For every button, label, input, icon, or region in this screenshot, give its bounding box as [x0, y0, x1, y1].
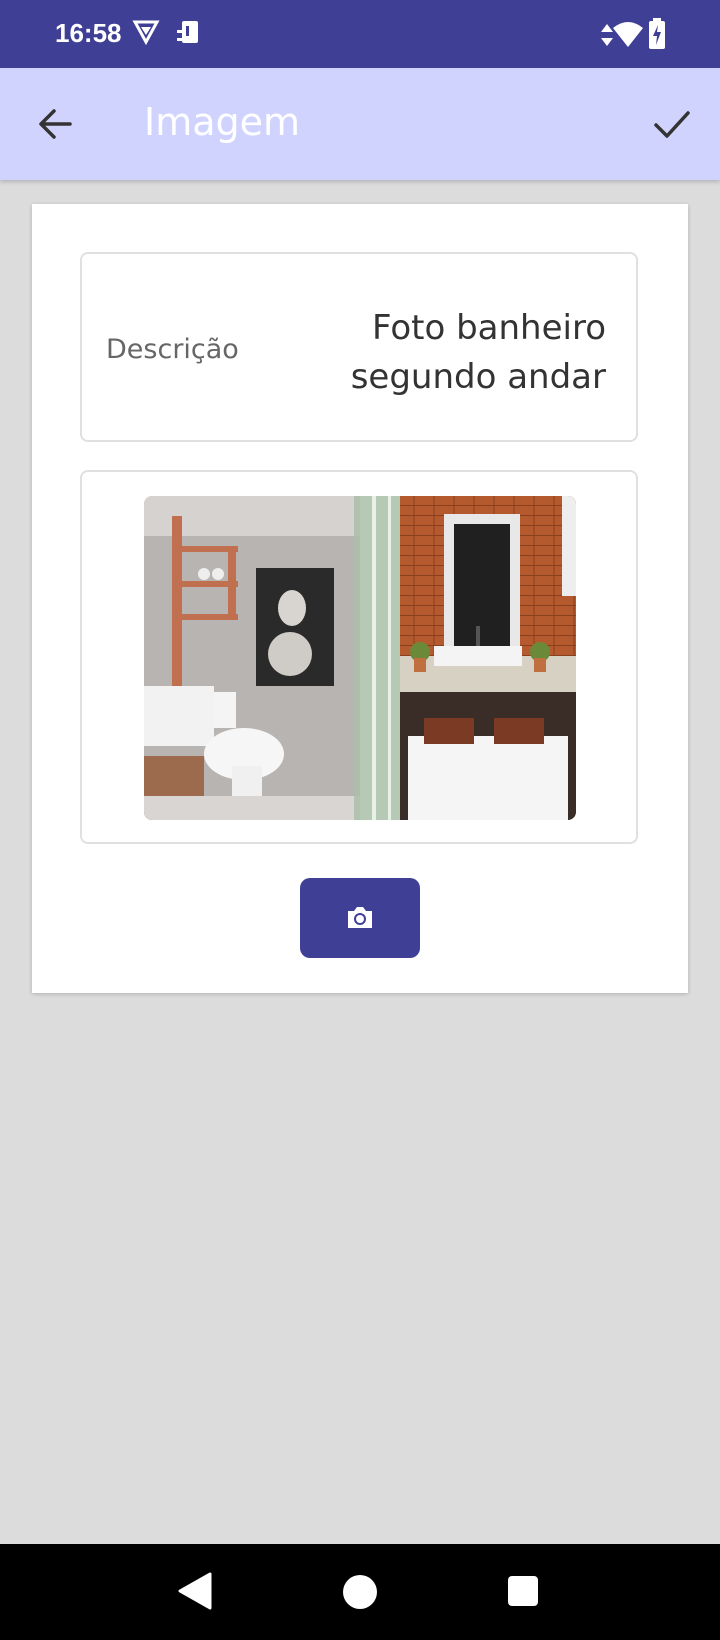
check-icon — [654, 111, 690, 138]
status-time: 16:58 — [55, 18, 122, 48]
system-nav-bar — [0, 1544, 720, 1640]
battery-charging-icon — [648, 18, 666, 54]
confirm-button[interactable] — [646, 98, 698, 150]
image-container — [80, 470, 638, 844]
camera-icon — [348, 907, 372, 928]
bathroom-photo[interactable] — [144, 496, 576, 820]
back-button[interactable] — [30, 98, 82, 150]
description-field[interactable]: Descrição Foto banheiro segundo andar — [80, 252, 638, 442]
image-form-card: Descrição Foto banheiro segundo andar — [32, 204, 688, 993]
app-bar: Imagem — [0, 68, 720, 180]
recents-square-icon[interactable] — [507, 1575, 539, 1611]
description-value[interactable]: Foto banheiro segundo andar — [306, 304, 606, 402]
status-bar: 16:58 — [0, 0, 720, 68]
page-title: Imagem — [144, 100, 301, 144]
home-circle-icon[interactable] — [342, 1574, 378, 1614]
arrow-left-icon — [39, 109, 72, 139]
camera-button[interactable] — [300, 878, 420, 958]
wifi-icon — [612, 20, 644, 52]
vpn-shield-icon — [132, 18, 160, 50]
description-label: Descrição — [106, 334, 239, 365]
back-triangle-icon[interactable] — [178, 1572, 212, 1614]
sim-card-icon — [174, 18, 204, 52]
